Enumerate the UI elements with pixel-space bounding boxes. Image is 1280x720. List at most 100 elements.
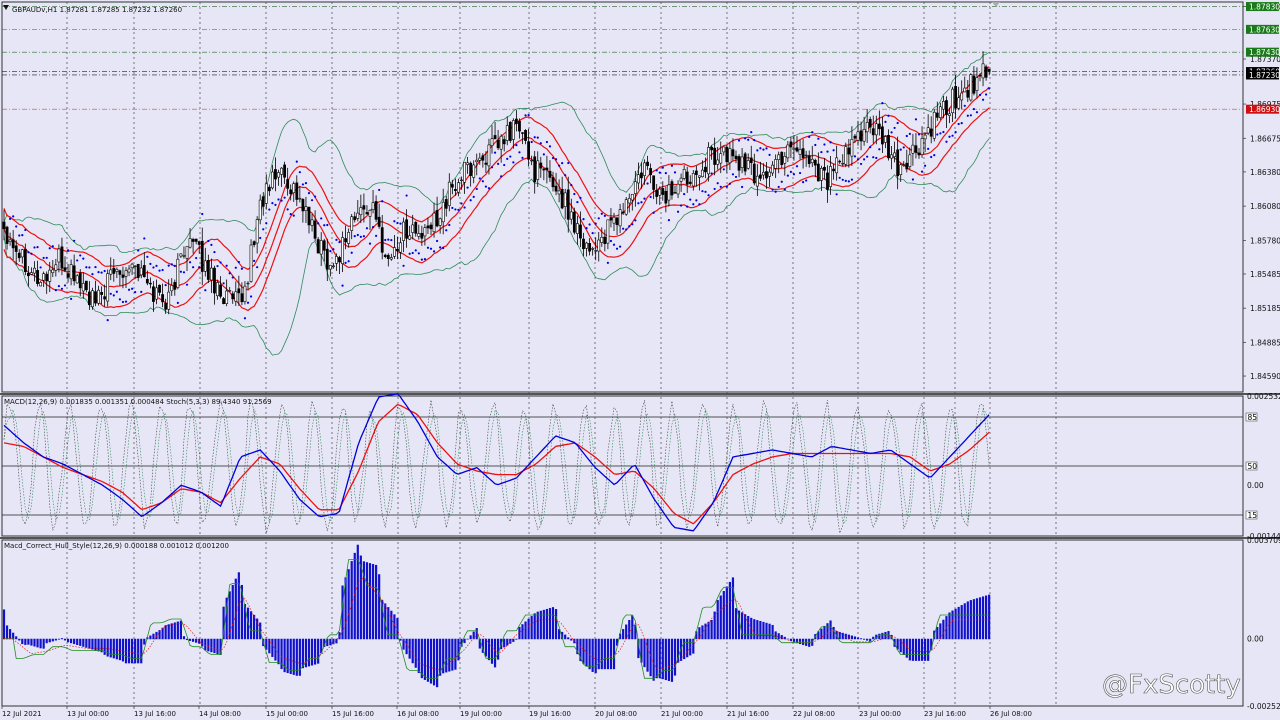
candle-body — [914, 145, 918, 153]
psar-dot — [213, 250, 216, 254]
hull-histogram-bar — [454, 638, 457, 670]
candle-body — [30, 272, 33, 275]
hull-histogram-bar — [213, 638, 216, 654]
psar-dot — [704, 190, 707, 193]
candle-body — [475, 159, 479, 163]
candle-body — [929, 128, 933, 137]
candle-body — [804, 154, 808, 157]
psar-dot — [487, 187, 491, 190]
hull-histogram-bar — [942, 619, 945, 640]
chart-canvas: 855015 1.878301.873701.869751.866751.863… — [0, 1, 1280, 718]
time-axis: 12 Jul 2021 13 Jul 00:00 13 Jul 16:00 14 Ju… — [1, 706, 1032, 718]
candle-body — [423, 227, 427, 237]
psar-dot — [164, 283, 167, 287]
main-price-panel[interactable] — [2, 6, 1243, 356]
hull-histogram-bar — [655, 638, 658, 679]
hull-macd-panel[interactable] — [2, 544, 991, 688]
time-tick-label: 13 Jul 16:00 — [134, 710, 176, 718]
candle-body — [923, 134, 927, 140]
candle-body — [481, 155, 485, 161]
psar-dot — [33, 246, 36, 249]
candle-body — [646, 161, 649, 167]
psar-dot — [606, 261, 610, 264]
macd-tick-label: 0.00 — [1247, 481, 1264, 490]
price-axis: 1.878301.873701.869751.866751.863801.860… — [1243, 2, 1280, 711]
hull-histogram-bar — [301, 638, 304, 669]
psar-dot — [863, 158, 866, 161]
psar-dot — [445, 229, 448, 232]
price-tick-label: 1.86380 — [1250, 168, 1280, 177]
psar-dot — [747, 138, 750, 141]
candle-body — [429, 224, 433, 230]
hull-histogram-bar — [188, 638, 192, 641]
psar-dot — [558, 164, 561, 167]
psar-dot — [323, 224, 326, 227]
psar-dot — [771, 188, 774, 191]
candle-body — [106, 273, 110, 302]
psar-dot — [378, 188, 381, 192]
psar-dot — [63, 284, 67, 287]
hull-histogram-bar — [664, 638, 667, 681]
candle-body — [325, 248, 329, 270]
psar-dot — [619, 245, 622, 248]
candle-body — [575, 223, 579, 234]
candle-body — [819, 168, 823, 181]
candle-body — [511, 120, 515, 140]
candle-body — [142, 265, 146, 278]
psar-dot — [887, 114, 890, 117]
hull-histogram-bar — [118, 638, 121, 661]
hull-histogram-bar — [329, 638, 332, 646]
candle-body — [874, 123, 878, 136]
candle-body — [566, 189, 570, 220]
psar-dot — [332, 248, 335, 251]
candle-body — [286, 179, 290, 189]
candle-body — [463, 161, 466, 183]
menu-triangle-icon[interactable] — [3, 5, 9, 10]
psar-dot — [36, 246, 39, 249]
psar-dot — [884, 120, 887, 123]
candle-body — [981, 63, 985, 79]
candle-body — [731, 149, 735, 157]
hull-histogram-bar — [521, 624, 524, 640]
candle-body — [231, 293, 235, 300]
psar-dot — [930, 155, 933, 159]
hull-histogram-bar — [490, 638, 494, 664]
psar-dot — [320, 217, 323, 220]
main-panel-frame — [1, 1, 1244, 393]
scroll-arrow-icon[interactable] — [992, 2, 1000, 7]
hull-histogram-bar — [625, 624, 628, 640]
psar-dot — [134, 290, 137, 294]
hull-histogram-bar — [551, 607, 555, 640]
candle-body — [697, 175, 701, 178]
psar-dot — [609, 239, 613, 243]
candle-body — [832, 168, 836, 172]
candle-body — [283, 164, 287, 178]
hull-histogram-bar — [182, 636, 186, 640]
hull-histogram-bar — [24, 638, 27, 645]
macd-stoch-panel[interactable]: 85 50 15 — [2, 392, 1257, 535]
hull-histogram-bar — [777, 633, 780, 640]
psar-dot — [329, 250, 332, 253]
psar-dot — [542, 153, 545, 156]
candle-body — [755, 175, 759, 187]
psar-dot — [969, 114, 972, 117]
psar-dot — [417, 252, 420, 255]
psar-dot — [493, 151, 497, 154]
candle-body — [957, 97, 961, 109]
psar-dot — [939, 132, 942, 135]
candle-body — [2, 221, 6, 230]
candle-body — [417, 233, 421, 237]
psar-dot — [872, 156, 875, 159]
hull-histogram-bar — [762, 621, 765, 640]
candle-body — [621, 211, 625, 214]
hull-histogram-bar — [493, 638, 497, 668]
psar-dot — [39, 266, 42, 269]
candle-body — [728, 148, 732, 164]
psar-dot — [936, 133, 939, 136]
hull-histogram-bar — [673, 638, 677, 676]
candle-body — [667, 184, 671, 201]
time-tick-label: 26 Jul 08:00 — [990, 710, 1032, 718]
candle-body — [57, 248, 61, 263]
psar-dot — [45, 256, 48, 259]
psar-dot — [896, 121, 899, 125]
